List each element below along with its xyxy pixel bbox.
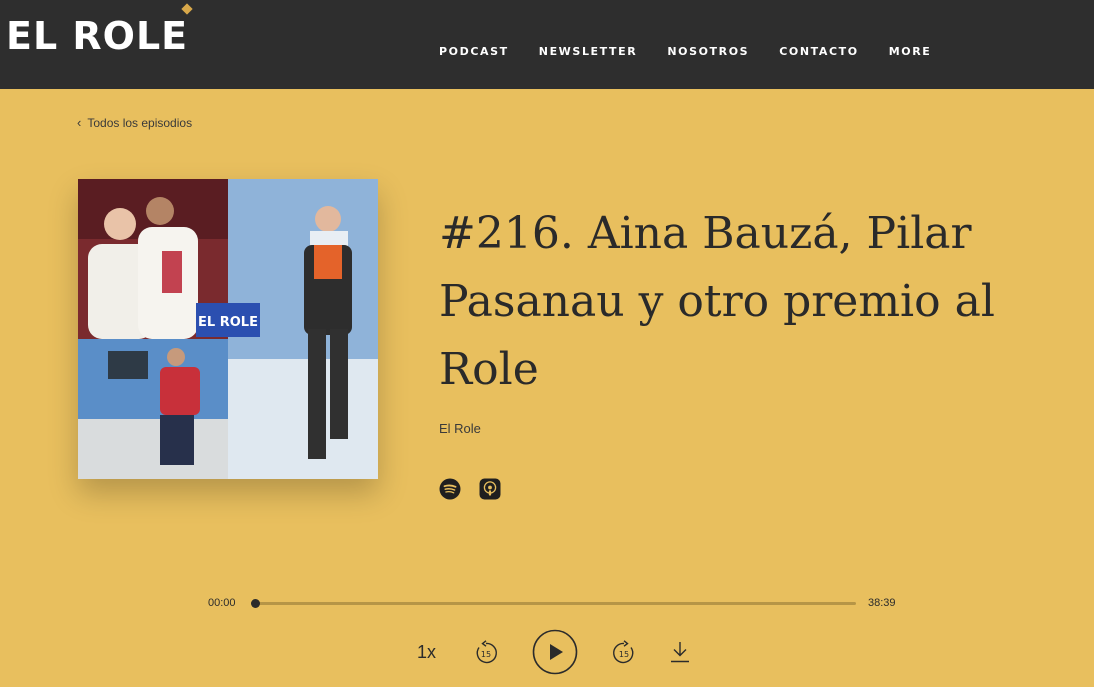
progress-bar[interactable] — [251, 599, 856, 608]
chevron-left-icon: ‹ — [77, 115, 82, 130]
episode-author[interactable]: El Role — [439, 421, 481, 436]
forward-15-icon[interactable]: 15 — [611, 640, 637, 666]
cover-image: EL ROLE — [78, 179, 378, 479]
episode-cover: EL ROLE — [78, 179, 378, 479]
playback-speed-button[interactable]: 1x — [417, 642, 436, 663]
nav-newsletter[interactable]: NEWSLETTER — [539, 45, 638, 58]
back-to-episodes-link[interactable]: ‹ Todos los episodios — [77, 115, 192, 130]
forward-seconds-label: 15 — [619, 650, 629, 659]
nav-nosotros[interactable]: NOSOTROS — [667, 45, 749, 58]
download-icon[interactable] — [669, 640, 691, 664]
duration-time: 38:39 — [868, 597, 896, 609]
apple-podcasts-icon[interactable] — [479, 478, 501, 500]
back-link-label: Todos los episodios — [87, 116, 193, 130]
nav-more[interactable]: MORE — [889, 45, 932, 58]
progress-handle[interactable] — [251, 599, 260, 608]
site-logo[interactable]: EL ROLE — [6, 14, 188, 58]
rewind-seconds-label: 15 — [481, 650, 491, 659]
site-header: EL ROLE PODCAST NEWSLETTER NOSOTROS CONT… — [0, 0, 1094, 89]
platform-links — [439, 478, 501, 500]
nav-contacto[interactable]: CONTACTO — [779, 45, 859, 58]
player-controls: 1x 15 15 — [0, 628, 1094, 678]
spotify-icon[interactable] — [439, 478, 461, 500]
play-button[interactable] — [532, 629, 578, 675]
nav-podcast[interactable]: PODCAST — [439, 45, 509, 58]
cover-logo-text: EL ROLE — [198, 315, 258, 330]
rewind-15-icon[interactable]: 15 — [473, 640, 499, 666]
current-time: 00:00 — [208, 597, 236, 609]
episode-title: #216. Aina Bauzá, Pilar Pasanau y otro p… — [439, 208, 995, 395]
logo-diamond-icon — [181, 3, 193, 15]
play-icon — [550, 644, 563, 660]
main-nav: PODCAST NEWSLETTER NOSOTROS CONTACTO MOR… — [439, 45, 961, 58]
